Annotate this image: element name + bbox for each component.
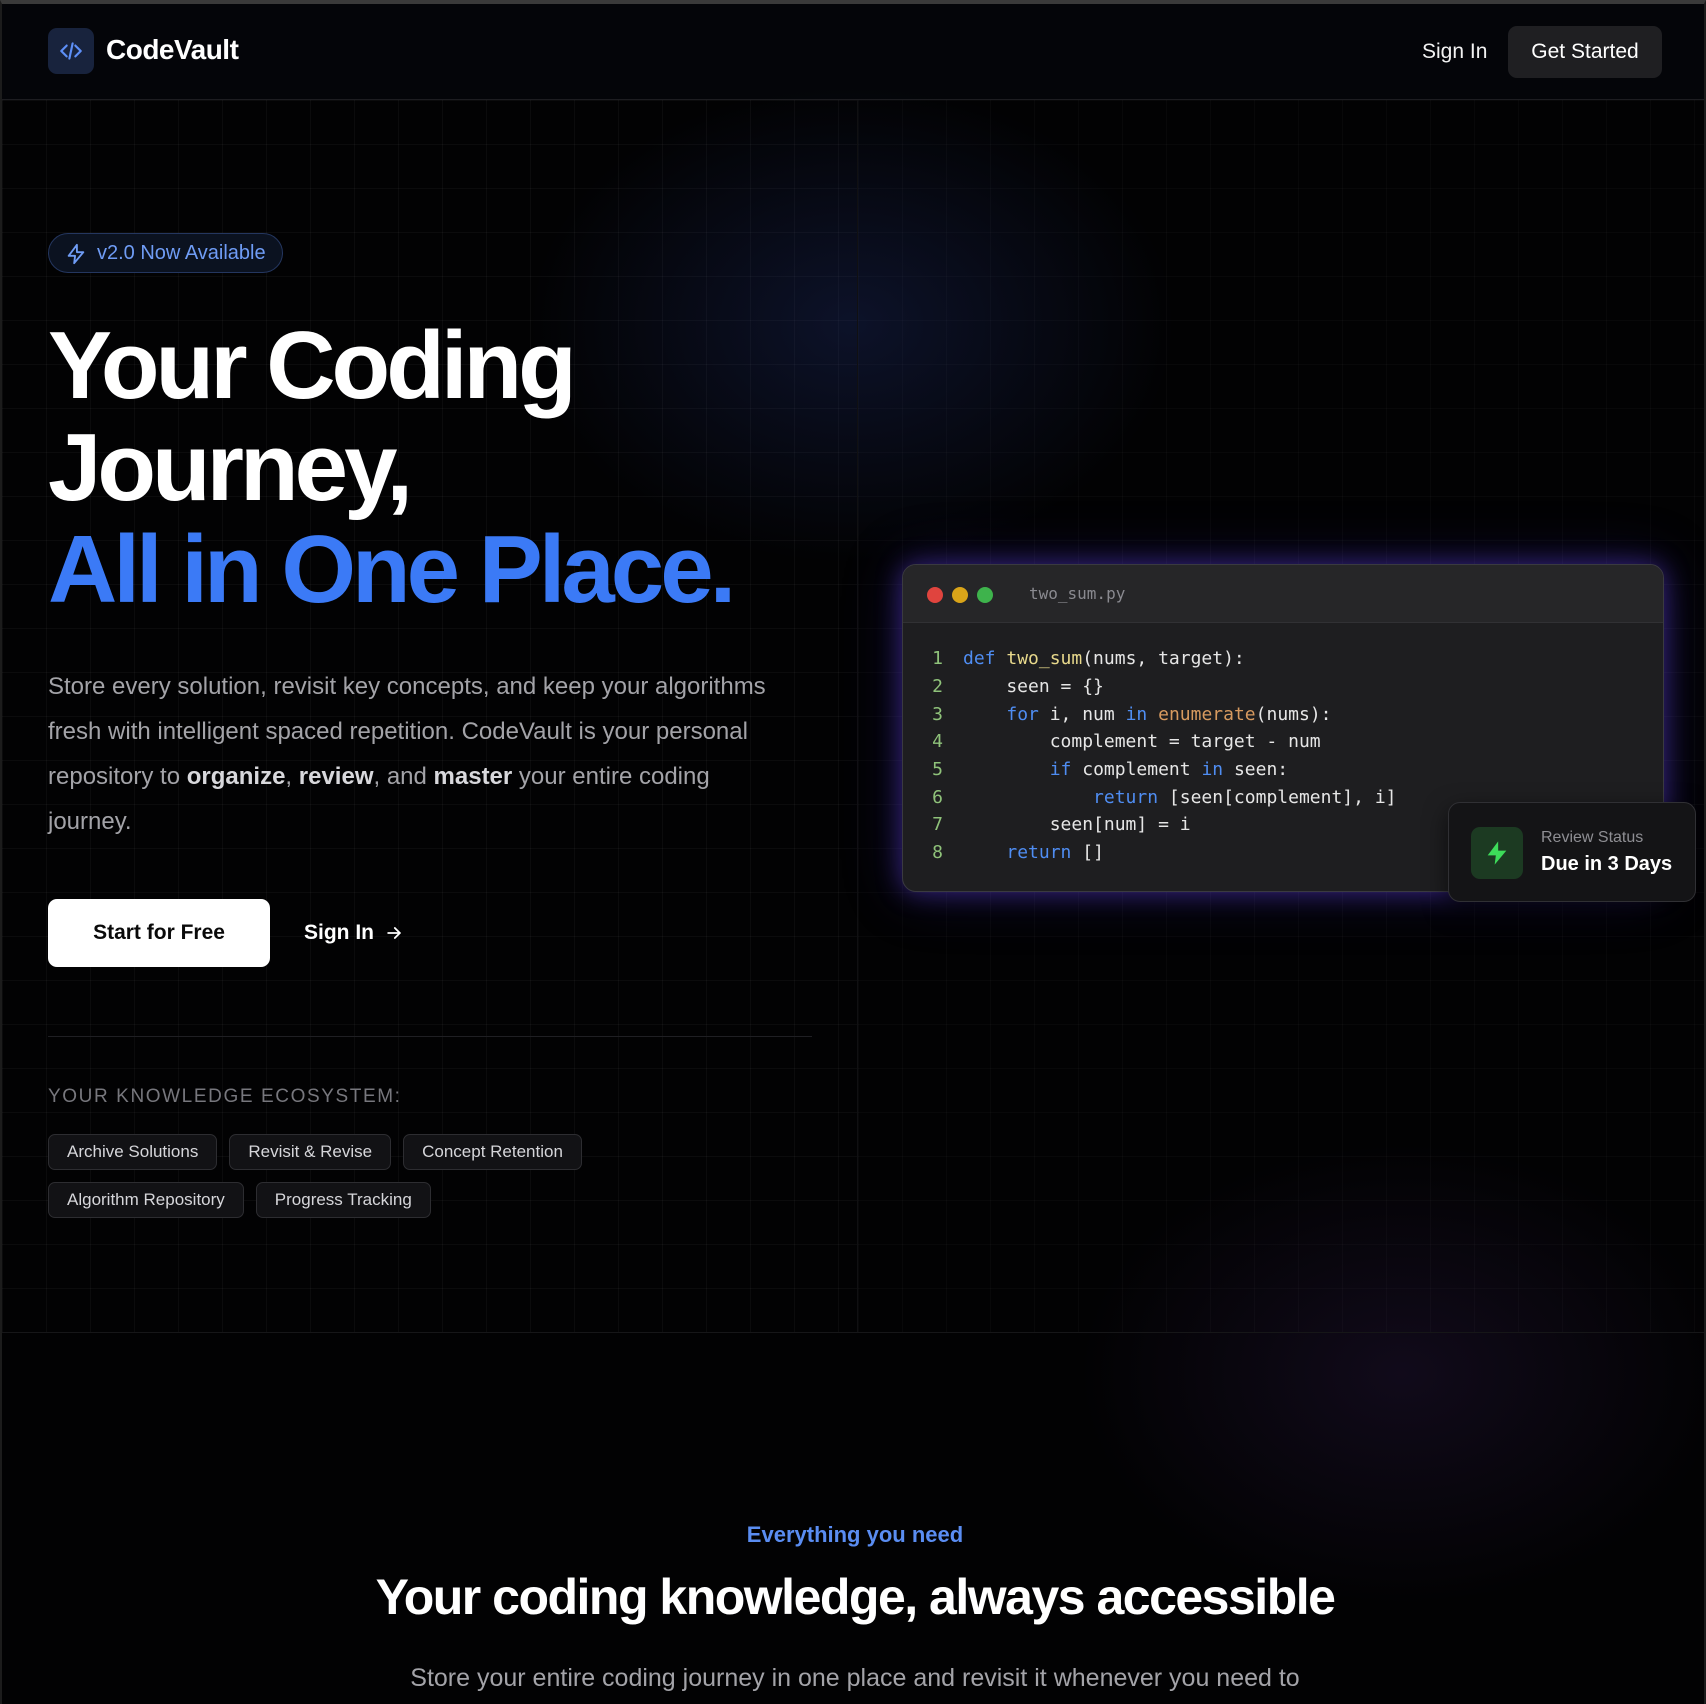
line-number: 8 [932,842,943,864]
code-line: 4 complement = target - num [903,728,1663,756]
hero-divider [48,1036,812,1037]
features-title: Your coding knowledge, always accessible [375,1569,1336,1625]
code-file-name: two_sum.py [1029,584,1126,603]
line-number: 3 [932,703,943,725]
code-text: seen[num] = i [963,814,1191,836]
features-subtitle: Store your entire coding journey in one … [410,1664,1300,1692]
chip-progress-tracking[interactable]: Progress Tracking [255,1182,431,1218]
line-number: 6 [932,786,943,808]
chip-algorithm-repository[interactable]: Algorithm Repository [48,1182,244,1218]
hero-description-bold-master: master [433,763,513,790]
lightning-icon [1471,827,1523,879]
hero-description: Store every solution, revisit key concep… [48,664,788,844]
chip-archive-solutions[interactable]: Archive Solutions [48,1134,218,1170]
code-text: return [seen[complement], i] [1093,786,1397,808]
hero-title-highlight: All in One Place. [48,516,736,623]
line-number: 5 [932,759,943,781]
review-status-title: Review Status [1541,829,1644,846]
code-line: 3 for i, num in enumerate(nums): [903,700,1663,728]
page: CodeVault Sign In Get Started v2.0 Now A… [0,0,1706,1704]
code-text: return [] [1006,842,1104,864]
review-status-card: Review Status Due in 3 Days [1448,802,1696,902]
code-text: def two_sum(nums, target): [963,648,1245,670]
line-number: 1 [932,648,943,670]
nav-sign-in-link[interactable]: Sign In [1422,40,1487,64]
hero-description-sep: , [285,763,299,790]
hero-title-line-2: Journey, [48,414,413,521]
hero-description-bold-review: review [298,763,374,790]
maximize-dot-icon [977,587,993,603]
code-text: if complement in seen: [1049,759,1289,781]
minimize-dot-icon [952,587,968,603]
top-navbar: CodeVault Sign In Get Started [2,4,1704,100]
code-line: 5 if complement in seen: [903,756,1663,784]
column-divider [857,100,858,1332]
hero-sign-in-link[interactable]: Sign In [304,913,404,953]
ecosystem-label: YOUR KNOWLEDGE ECOSYSTEM: [48,1086,402,1107]
code-text: complement = target - num [963,731,1321,753]
code-icon[interactable] [48,28,94,74]
code-window-titlebar: two_sum.py [903,565,1663,623]
version-badge-label: v2.0 Now Available [97,241,266,264]
line-number: 2 [932,676,943,698]
code-text: for i, num in enumerate(nums): [1006,703,1332,725]
hero-description-sep: , and [373,763,434,790]
hero-sign-in-label: Sign In [304,921,374,944]
chip-row: Algorithm Repository Progress Tracking [48,1182,748,1218]
code-text: seen = {} [963,676,1104,698]
section-divider [2,1332,1704,1333]
chip-concept-retention[interactable]: Concept Retention [403,1134,582,1170]
hero-title-line-1: Your Coding [48,312,577,419]
close-dot-icon [927,587,943,603]
code-line: 1 def two_sum(nums, target): [903,645,1663,673]
chip-row: Archive Solutions Revisit & Revise Conce… [48,1134,748,1170]
get-started-button[interactable]: Get Started [1508,26,1662,78]
line-number: 7 [932,814,943,836]
features-eyebrow: Everything you need [746,1522,964,1547]
ecosystem-chips: Archive Solutions Revisit & Revise Conce… [48,1134,748,1230]
review-status-value: Due in 3 Days [1541,853,1673,875]
hero-description-bold-organize: organize [186,763,286,790]
version-badge[interactable]: v2.0 Now Available [48,233,283,273]
chip-revisit-revise[interactable]: Revisit & Revise [229,1134,392,1170]
brand-name[interactable]: CodeVault [106,34,239,66]
lightning-icon [67,243,85,265]
start-for-free-button[interactable]: Start for Free [48,899,270,967]
arrow-right-icon [387,927,401,939]
line-number: 4 [932,731,943,753]
code-line: 2 seen = {} [903,673,1663,701]
